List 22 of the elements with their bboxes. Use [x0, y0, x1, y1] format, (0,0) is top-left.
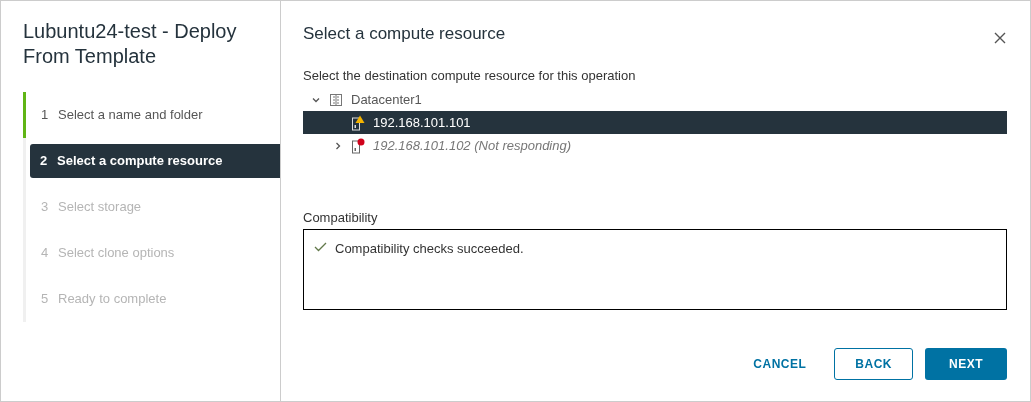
- building-icon: [329, 92, 343, 107]
- back-button[interactable]: BACK: [834, 348, 913, 380]
- tree-row[interactable]: Datacenter1: [303, 88, 1007, 111]
- node-label: 192.168.101.102 (Not responding): [373, 136, 572, 155]
- next-button[interactable]: NEXT: [925, 348, 1007, 380]
- compatibility-message: Compatibility checks succeeded.: [335, 240, 524, 258]
- cancel-button[interactable]: CANCEL: [737, 348, 823, 380]
- instruction-text: Select the destination compute resource for this operation: [303, 66, 637, 85]
- server-warning-icon: [351, 114, 365, 131]
- page-title: Select a compute resource: [303, 23, 506, 45]
- tree-row[interactable]: 192.168.101.101: [303, 111, 1007, 134]
- tree-row[interactable]: 192.168.101.102 (Not responding): [303, 134, 1007, 157]
- node-label: 192.168.101.101: [373, 113, 471, 132]
- chevron-right-icon[interactable]: [333, 140, 343, 151]
- close-icon[interactable]: [994, 31, 1006, 44]
- wizard-title: Lubuntu24-test - Deploy From Template: [22, 19, 238, 69]
- wizard-step[interactable]: 1 Select a name and folder: [26, 98, 280, 132]
- check-icon: [314, 242, 327, 252]
- server-error-icon: [351, 137, 365, 154]
- compatibility-label: Compatibility: [303, 208, 379, 227]
- wizard-step[interactable]: 2 Select a compute resource: [30, 144, 280, 178]
- node-label: Datacenter1: [351, 90, 422, 109]
